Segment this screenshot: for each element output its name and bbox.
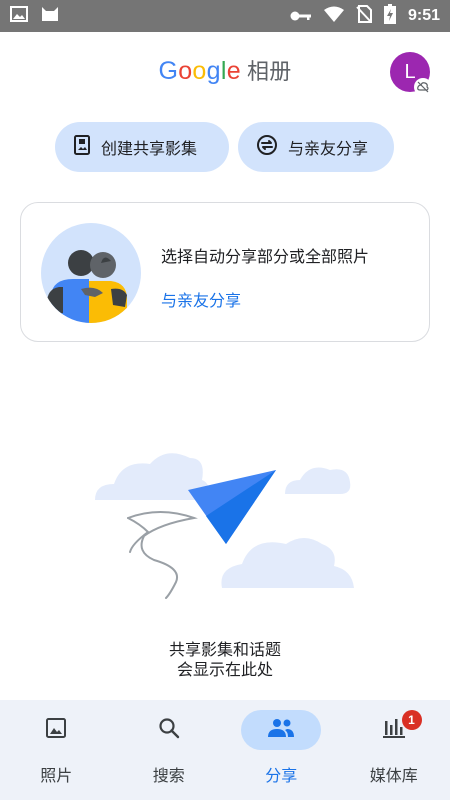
nav-item-library[interactable]: 1 媒体库 [338,700,450,800]
album-icon [73,135,91,159]
partner-card-link[interactable]: 与亲友分享 [161,287,241,311]
empty-state-text: 共享影集和话题 会显示在此处 [0,640,450,680]
people-icon [267,718,295,742]
library-notification-badge: 1 [401,710,422,730]
screen: 9:51 Google 相册 L 创建共享影集 与亲友分享 选择自动分享部分或全… [0,0,450,800]
no-sim-icon [356,5,372,27]
backup-off-icon [414,78,432,96]
key-icon [290,7,312,26]
cat-icon [40,5,60,27]
search-icon [158,717,180,743]
logo-letter: G [158,57,179,85]
nav-item-sharing[interactable]: 分享 [225,700,338,800]
battery-charging-icon [383,4,396,28]
share-with-partner-button[interactable]: 与亲友分享 [238,122,394,172]
empty-state-line1: 共享影集和话题 [168,640,281,659]
nav-label-library: 媒体库 [369,766,418,785]
photo-icon [45,717,67,743]
bottom-navigation: 照片 搜索 分享 1 媒体库 [0,700,450,800]
status-time: 9:51 [407,7,440,24]
empty-state-illustration [90,440,360,604]
partner-illustration [41,223,141,323]
logo-letter: o [192,57,207,85]
nav-item-photos[interactable]: 照片 [0,700,113,800]
app-bar: Google 相册 L [0,32,450,112]
logo-letter: e [226,57,241,85]
wifi-icon [323,6,344,26]
nav-item-search[interactable]: 搜索 [113,700,226,800]
logo-letter: g [206,57,221,85]
create-shared-album-button[interactable]: 创建共享影集 [55,122,229,172]
product-name: 相册 [246,60,292,85]
image-icon [10,6,28,26]
google-photos-logo: Google 相册 [0,54,450,86]
status-bar: 9:51 [0,0,450,32]
sync-arrows-icon [256,134,278,160]
share-with-partner-label: 与亲友分享 [288,139,369,158]
nav-label-sharing: 分享 [265,766,298,785]
partner-sharing-card[interactable]: 选择自动分享部分或全部照片 与亲友分享 [20,202,430,342]
logo-letter: o [178,57,193,85]
nav-label-photos: 照片 [40,766,73,785]
empty-state-line2: 会显示在此处 [176,660,273,679]
create-shared-album-label: 创建共享影集 [101,139,198,158]
partner-card-title: 选择自动分享部分或全部照片 [161,247,370,266]
nav-label-search: 搜索 [152,766,185,785]
avatar-initial: L [404,60,416,83]
